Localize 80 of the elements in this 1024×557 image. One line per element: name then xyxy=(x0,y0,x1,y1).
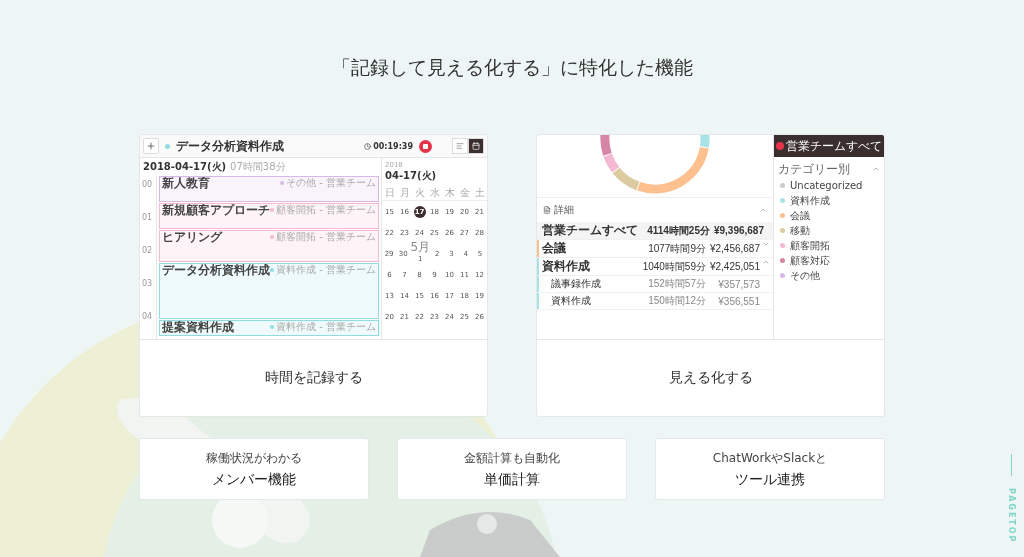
category-time: 1077時間9分 xyxy=(647,241,707,256)
task-name: 議事録作成 xyxy=(550,277,602,291)
collapse-caret-icon[interactable] xyxy=(759,206,767,214)
entry-tag: 資料作成 - 営業チーム xyxy=(270,264,376,276)
section-title: 「記録して見える化する」に特化した機能 xyxy=(331,55,693,80)
category-legend-item[interactable]: その他 xyxy=(774,268,884,283)
category-time: 1040時間59分 xyxy=(641,259,707,274)
category-legend-item[interactable]: 顧客開拓 xyxy=(774,238,884,253)
details-title: 詳細 xyxy=(543,203,574,217)
feature-name: 単価計算 xyxy=(484,470,540,489)
category-amount: ¥2,456,687 xyxy=(708,243,761,254)
day-total: 07時間38分 xyxy=(230,160,286,174)
feature-tile[interactable]: ChatWorkやSlackと ツール連携 xyxy=(655,438,885,500)
hour-label: 02 xyxy=(141,245,154,257)
task-name: データ分析資料作成 xyxy=(176,137,285,155)
entry-name: 新規顧客アプローチ xyxy=(162,204,270,217)
calendar-view-button[interactable] xyxy=(468,138,484,154)
collapse-caret-icon[interactable] xyxy=(872,165,880,173)
weekday-label: 火 xyxy=(413,186,426,200)
category-name: 会議 xyxy=(541,240,567,257)
weekday-label: 日 xyxy=(383,186,396,200)
category-legend-item[interactable]: 資料作成 xyxy=(774,193,884,208)
entry-name: ヒアリング xyxy=(162,231,222,244)
team-total-time: 4114時間25分 xyxy=(646,223,711,238)
calendar-icon xyxy=(472,142,480,150)
feature-tile[interactable]: 金額計算も自動化 単価計算 xyxy=(397,438,627,500)
category-legend-item[interactable]: Uncategorized xyxy=(774,178,884,193)
list-icon xyxy=(456,142,464,150)
time-entry[interactable]: データ分析資料作成 資料作成 - 営業チーム xyxy=(159,263,379,319)
entry-tag: 顧客開拓 - 営業チーム xyxy=(270,231,376,243)
hour-label: 04 xyxy=(141,311,154,323)
weekday-label: 土 xyxy=(473,186,486,200)
category-name: 資料作成 xyxy=(541,258,591,275)
calendar-date: 04-17(火) xyxy=(384,169,438,183)
entry-tag: その他 - 営業チーム xyxy=(280,177,376,189)
team-selector[interactable]: 営業チームすべて xyxy=(774,135,884,157)
feature-tile[interactable]: 稼働状況がわかる メンバー機能 xyxy=(139,438,369,500)
category-legend-item[interactable]: 移動 xyxy=(774,223,884,238)
task-amount: ¥356,551 xyxy=(717,295,761,307)
hour-label: 01 xyxy=(141,212,154,224)
weekday-label: 水 xyxy=(428,186,441,200)
entry-name: 新人教育 xyxy=(162,177,210,190)
task-time: 152時間57分 xyxy=(647,277,707,291)
weekday-label: 金 xyxy=(458,186,471,200)
hour-label: 03 xyxy=(141,278,154,290)
card-caption: 見える化する xyxy=(667,368,754,387)
group-label: カテゴリー別 xyxy=(778,160,850,178)
category-legend-item[interactable]: 会議 xyxy=(774,208,884,223)
elapsed-time: 00:19:39 xyxy=(364,141,413,151)
plus-icon xyxy=(146,141,156,151)
add-button[interactable] xyxy=(143,138,159,154)
category-amount: ¥2,425,051 xyxy=(708,261,761,272)
card-caption: 時間を記録する xyxy=(263,368,364,387)
weekday-label: 木 xyxy=(443,186,456,200)
task-time: 150時間12分 xyxy=(647,294,707,308)
feature-subtitle: 金額計算も自動化 xyxy=(464,449,560,467)
avatar-icon xyxy=(776,142,784,150)
entry-tag: 顧客開拓 - 営業チーム xyxy=(270,204,376,216)
team-total-name: 営業チームすべて xyxy=(541,222,638,239)
team-total-amount: ¥9,396,687 xyxy=(712,225,765,236)
entry-name: 提案資料作成 xyxy=(162,321,234,334)
task-amount: ¥357,573 xyxy=(717,278,761,290)
weekday-label: 月 xyxy=(398,186,411,200)
clock-icon xyxy=(364,142,372,150)
task-name: 資料作成 xyxy=(550,294,592,308)
entry-name: データ分析資料作成 xyxy=(162,264,270,277)
time-entry[interactable]: 新規顧客アプローチ 顧客開拓 - 営業チーム xyxy=(159,203,379,229)
category-legend-item[interactable]: 顧客対応 xyxy=(774,253,884,268)
time-entry[interactable]: ヒアリング 顧客開拓 - 営業チーム xyxy=(159,230,379,262)
entry-tag: 資料作成 - 営業チーム xyxy=(270,321,376,333)
feature-name: メンバー機能 xyxy=(212,470,296,489)
feature-name: ツール連携 xyxy=(735,470,805,489)
time-entry[interactable]: 提案資料作成 資料作成 - 営業チーム xyxy=(159,320,379,336)
time-entry[interactable]: 新人教育 その他 - 営業チーム xyxy=(159,176,379,202)
document-icon xyxy=(543,206,551,214)
stop-button[interactable] xyxy=(419,139,432,153)
feature-subtitle: 稼働状況がわかる xyxy=(206,449,302,467)
hour-label: 00 xyxy=(141,179,154,191)
day-date: 2018-04-17(火) xyxy=(143,160,227,174)
feature-subtitle: ChatWorkやSlackと xyxy=(712,449,828,467)
